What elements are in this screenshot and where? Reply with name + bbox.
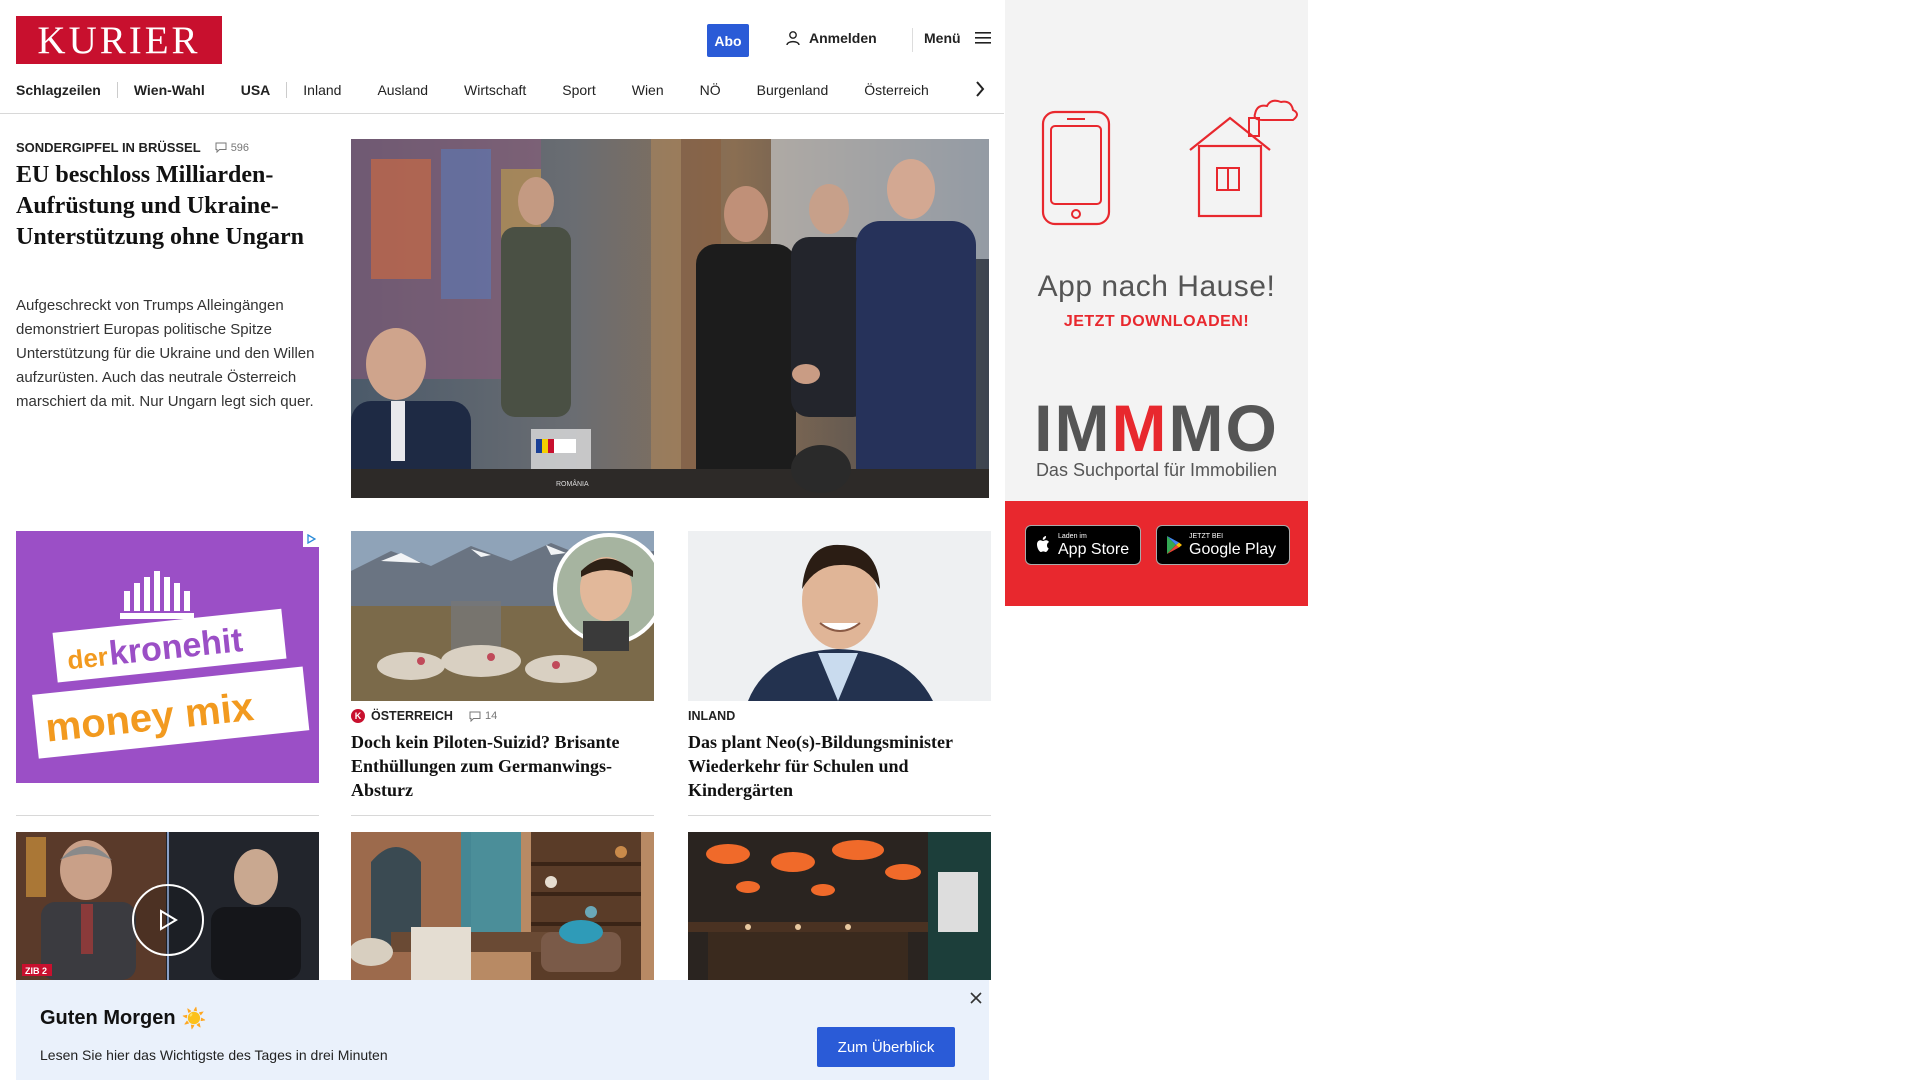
lead-kicker[interactable]: SONDERGIPFEL IN BRÜSSEL 596 [16, 140, 249, 155]
play-icon [160, 909, 178, 931]
adchoices-icon[interactable] [303, 531, 319, 547]
portrait-photo [688, 531, 991, 701]
section-nav: Schlagzeilen Wien-Wahl USA Inland Auslan… [16, 78, 988, 102]
lead-comment-count[interactable]: 596 [215, 142, 249, 154]
lead-kicker-label: SONDERGIPFEL IN BRÜSSEL [16, 140, 201, 155]
germanwings-headline[interactable]: Doch kein Piloten-Suizid? Brisante Enthü… [351, 730, 654, 802]
banner-text: Lesen Sie hier das Wichtigste des Tages … [40, 1047, 388, 1063]
menu-button[interactable]: Menü [924, 30, 991, 46]
header-divider [912, 28, 913, 52]
sun-icon: ☀️ [181, 1008, 207, 1030]
app-store-small: Laden im [1058, 532, 1087, 540]
nav-item-wirtschaft[interactable]: Wirtschaft [464, 82, 526, 98]
lead-image[interactable]: ROMÂNIA [351, 139, 989, 498]
nav-item-ausland[interactable]: Ausland [377, 82, 428, 98]
nav-item-inland[interactable]: Inland [303, 82, 341, 98]
lead-headline[interactable]: EU beschloss Milliarden-Aufrüstung und U… [16, 160, 316, 253]
kronehit-ad-graphic: der kronehit money mix [16, 531, 319, 783]
card-divider [16, 815, 319, 816]
nav-divider [286, 82, 288, 98]
nav-item-oesterreich[interactable]: Österreich [864, 82, 929, 98]
kronehit-ad[interactable]: der kronehit money mix [16, 531, 319, 783]
immmo-logo-part: IM [1034, 391, 1112, 465]
immmo-logo-part: MO [1168, 391, 1279, 465]
kurier-plus-badge: K [351, 709, 365, 723]
play-button[interactable] [132, 884, 204, 956]
kurier-logo[interactable]: KURIER [16, 16, 222, 64]
immmo-tagline: Das Suchportal für Immobilien [1035, 460, 1278, 480]
lead-photo: ROMÂNIA [351, 139, 989, 498]
comment-icon [215, 142, 227, 153]
zib-video-teaser[interactable]: ZIB 2 [16, 832, 319, 980]
phone-house-illustration [1041, 99, 1298, 226]
memorial-photo [351, 531, 654, 701]
restaurant-teaser-image[interactable] [688, 832, 991, 980]
comment-icon [469, 711, 481, 722]
lead-image-placard: ROMÂNIA [556, 479, 589, 488]
immmo-ad-headline: App nach Hause! [1037, 270, 1276, 303]
germanwings-comment-number: 14 [484, 710, 498, 722]
zib-logo: ZIB 2 [25, 966, 47, 976]
nav-item-schlagzeilen[interactable]: Schlagzeilen [16, 82, 101, 98]
card-divider [351, 815, 654, 816]
app-store-label: App Store [1058, 540, 1130, 558]
nav-item-burgenland[interactable]: Burgenland [757, 82, 829, 98]
nav-item-wien-wahl[interactable]: Wien-Wahl [134, 82, 205, 98]
immmo-ad[interactable]: App nach Hause! JETZT DOWNLOADEN! IMMMO … [1005, 0, 1308, 606]
nav-item-usa[interactable]: USA [241, 82, 271, 98]
site-header: KURIER Abo Anmelden Menü Schlagzeilen Wi… [0, 0, 1004, 114]
immmo-logo-part-red: M [1111, 391, 1169, 465]
close-button[interactable] [966, 988, 986, 1008]
wiederkehr-kicker[interactable]: INLAND [688, 709, 735, 723]
nav-item-sport[interactable]: Sport [562, 82, 595, 98]
germanwings-kicker-label: ÖSTERREICH [371, 709, 453, 723]
wiederkehr-kicker-label: INLAND [688, 709, 736, 723]
apple-icon [1037, 536, 1049, 552]
lead-teaser-text[interactable]: Aufgeschreckt von Trumps Alleingängen de… [16, 294, 318, 414]
interior-teaser-image[interactable] [351, 832, 654, 980]
nav-scroll-right-button[interactable] [972, 78, 988, 100]
google-play-button[interactable]: JETZT BEI Google Play [1156, 525, 1290, 565]
google-play-icon [1167, 536, 1182, 554]
login-button[interactable]: Anmelden [785, 30, 877, 46]
banner-title-text: Guten Morgen [40, 1007, 176, 1029]
immmo-ad-cta: JETZT DOWNLOADEN! [1063, 313, 1250, 330]
nav-divider [116, 82, 118, 98]
germanwings-kicker[interactable]: K ÖSTERREICH 14 [351, 709, 497, 723]
banner-title: Guten Morgen ☀️ [40, 1006, 206, 1031]
user-icon [786, 31, 800, 46]
wiederkehr-headline[interactable]: Das plant Neo(s)-Bildungsminister Wieder… [688, 730, 991, 802]
card-divider [688, 815, 991, 816]
restaurant-photo [688, 832, 991, 980]
close-icon [970, 992, 982, 1004]
immmo-logo: IMMMO [1005, 395, 1308, 461]
wiederkehr-teaser-image[interactable] [688, 531, 991, 701]
menu-label: Menü [924, 30, 961, 46]
germanwings-comment-count[interactable]: 14 [469, 710, 497, 722]
morning-briefing-banner: Guten Morgen ☀️ Lesen Sie hier das Wicht… [16, 980, 989, 1080]
lead-comment-number: 596 [230, 141, 250, 154]
ad-line-der: der [66, 641, 109, 675]
abo-button[interactable]: Abo [707, 24, 749, 57]
overview-button[interactable]: Zum Überblick [817, 1027, 955, 1067]
google-play-small: JETZT BEI [1189, 532, 1224, 540]
nav-item-wien[interactable]: Wien [632, 82, 664, 98]
chevron-right-icon [976, 81, 985, 97]
app-store-button[interactable]: Laden im App Store [1025, 525, 1141, 565]
google-play-label: Google Play [1189, 540, 1277, 558]
nav-item-noe[interactable]: NÖ [700, 82, 721, 98]
germanwings-teaser-image[interactable] [351, 531, 654, 701]
login-label: Anmelden [809, 30, 877, 46]
hamburger-icon [974, 32, 991, 44]
living-room-photo [351, 832, 654, 980]
